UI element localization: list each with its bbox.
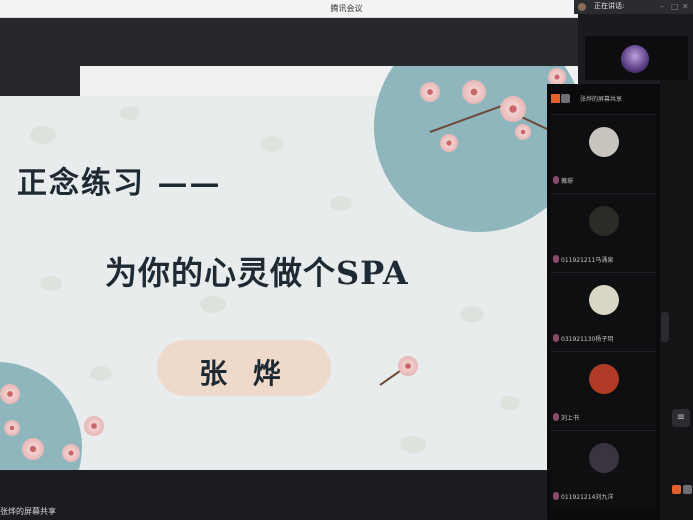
participant-name: 刘上书 xyxy=(561,415,580,422)
mic-icon xyxy=(553,413,559,421)
speaker-avatar xyxy=(578,3,586,11)
blossom-icon xyxy=(420,82,440,102)
participant-panel: 张烨的屏幕共享 薇璟 011921211马涌泉 031921130杨子玥 刘上书… xyxy=(547,84,660,520)
participant-tile[interactable]: 薇璟 xyxy=(551,114,656,192)
panel-header-label: 张烨的屏幕共享 xyxy=(580,96,623,103)
self-avatar xyxy=(621,45,649,73)
blossom-icon xyxy=(440,134,458,152)
slide-title-line2: 为你的心灵做个SPA xyxy=(105,254,409,292)
mic-icon xyxy=(553,492,559,500)
blossom-icon xyxy=(462,80,486,104)
blossom-icon xyxy=(84,416,104,436)
share-icon xyxy=(551,94,560,103)
share-icon[interactable] xyxy=(672,485,681,494)
participant-avatar xyxy=(589,206,619,236)
participant-tile[interactable]: 011921214刘九洋 xyxy=(551,430,656,508)
speaking-indicator: 正在讲话: – □ ✕ xyxy=(574,0,693,14)
blossom-icon xyxy=(22,438,44,460)
participant-name: 011921214刘九洋 xyxy=(561,494,614,501)
bottom-bar xyxy=(0,470,578,520)
participant-name: 031921130杨子玥 xyxy=(561,336,614,343)
blossom-icon xyxy=(398,356,418,376)
participant-tile[interactable]: 刘上书 xyxy=(551,351,656,429)
presenter-name: 张 烨 xyxy=(199,357,289,390)
list-icon[interactable]: ≡ xyxy=(672,409,690,427)
participant-avatar xyxy=(589,127,619,157)
screen-icon xyxy=(561,94,570,103)
screen-share-label: 张烨的屏幕共享 xyxy=(0,507,56,516)
mic-icon xyxy=(553,334,559,342)
participant-tile[interactable]: 031921130杨子玥 xyxy=(551,272,656,350)
blossom-icon xyxy=(4,420,20,436)
close-icon[interactable]: ✕ xyxy=(682,2,691,11)
screen-icon[interactable] xyxy=(683,485,692,494)
slide-title-line1: 正念练习 —— xyxy=(17,166,222,201)
mic-icon xyxy=(553,176,559,184)
meeting-window: 腾讯会议 正在讲话: – □ ✕ 正念练习 —— 为你的心灵做个SPA 张 烨 … xyxy=(0,0,693,520)
self-camera-view[interactable] xyxy=(585,36,688,80)
participant-tile[interactable]: 011921211马涌泉 xyxy=(551,193,656,271)
panel-scrollbar[interactable] xyxy=(661,312,669,342)
minimize-icon[interactable]: – xyxy=(660,2,669,11)
blossom-icon xyxy=(515,124,531,140)
presenter-badge: 张 烨 xyxy=(157,340,331,396)
participant-name: 011921211马涌泉 xyxy=(561,257,614,264)
toolbar-area xyxy=(0,18,578,66)
speaking-label: 正在讲话: xyxy=(594,2,625,10)
blossom-icon xyxy=(500,96,526,122)
mic-icon xyxy=(553,255,559,263)
participant-name: 薇璟 xyxy=(561,178,574,185)
blossom-icon xyxy=(62,444,80,462)
maximize-icon[interactable]: □ xyxy=(671,2,680,11)
participant-avatar xyxy=(589,364,619,394)
panel-header: 张烨的屏幕共享 xyxy=(547,92,660,108)
participant-avatar xyxy=(589,443,619,473)
right-strip xyxy=(660,80,693,520)
participant-avatar xyxy=(589,285,619,315)
blossom-icon xyxy=(0,384,20,404)
slide-top-dark xyxy=(0,66,80,96)
shared-screen: 正念练习 —— 为你的心灵做个SPA 张 烨 xyxy=(0,66,578,470)
